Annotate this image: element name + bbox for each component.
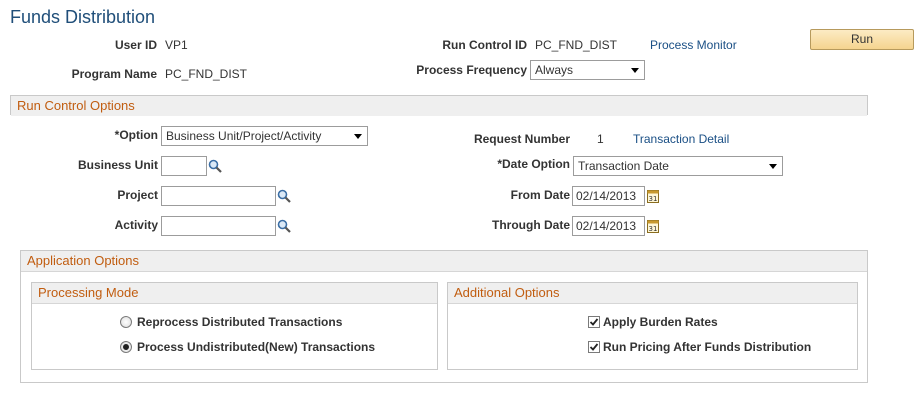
option-select[interactable]: Business Unit/Project/Activity [161, 126, 368, 146]
from-date-label: From Date [510, 188, 570, 202]
project-input[interactable] [161, 186, 276, 206]
date-option-value: Transaction Date [578, 159, 669, 173]
process-frequency-select[interactable]: Always [530, 60, 645, 80]
run-pricing-label: Run Pricing After Funds Distribution [603, 340, 812, 354]
program-name-value: PC_FND_DIST [165, 67, 248, 81]
chevron-down-icon [631, 68, 639, 73]
through-date-label: Through Date [492, 218, 570, 232]
activity-lookup-icon[interactable] [277, 219, 291, 233]
run-button[interactable]: Run [810, 29, 914, 50]
business-unit-label: Business Unit [77, 158, 158, 172]
process-undistributed-label: Process Undistributed(New) Transactions [137, 340, 376, 354]
from-date-input[interactable]: 02/14/2013 [572, 186, 645, 206]
activity-input[interactable] [161, 216, 276, 236]
process-undistributed-radio[interactable] [120, 341, 132, 353]
checkmark-icon [589, 318, 599, 326]
run-control-options-group: Run Control Options [10, 95, 868, 116]
date-option-select[interactable]: Transaction Date [573, 156, 783, 176]
date-option-label: *Date Option [497, 157, 570, 171]
svg-text:31: 31 [649, 195, 658, 203]
user-id-value: VP1 [165, 38, 188, 52]
reprocess-distributed-radio[interactable] [120, 316, 132, 328]
project-label: Project [117, 188, 158, 202]
through-date-input[interactable]: 02/14/2013 [572, 216, 645, 236]
run-control-id-value: PC_FND_DIST [535, 38, 618, 52]
checkmark-icon [589, 343, 599, 351]
page-title: Funds Distribution [10, 7, 156, 27]
transaction-detail-link[interactable]: Transaction Detail [633, 132, 729, 146]
chevron-down-icon [769, 164, 777, 169]
application-options-header: Application Options [21, 251, 867, 272]
process-frequency-value: Always [535, 63, 574, 77]
project-lookup-icon[interactable] [277, 189, 291, 203]
activity-label: Activity [114, 218, 158, 232]
run-pricing-checkbox[interactable] [588, 341, 600, 353]
svg-text:31: 31 [649, 225, 658, 233]
chevron-down-icon [354, 134, 362, 139]
business-unit-input[interactable] [161, 156, 207, 176]
option-value: Business Unit/Project/Activity [166, 129, 322, 143]
run-control-options-header: Run Control Options [11, 96, 867, 116]
additional-options-header: Additional Options [448, 283, 857, 304]
apply-burden-rates-label: Apply Burden Rates [603, 315, 718, 329]
request-number-value: 1 [597, 132, 604, 146]
user-id-label: User ID [114, 38, 157, 52]
apply-burden-rates-checkbox[interactable] [588, 316, 600, 328]
processing-mode-header: Processing Mode [32, 283, 437, 304]
option-label: *Option [114, 128, 158, 142]
program-name-label: Program Name [71, 67, 157, 81]
from-date-calendar-icon[interactable]: 31 [647, 189, 659, 203]
through-date-calendar-icon[interactable]: 31 [647, 219, 659, 233]
business-unit-lookup-icon[interactable] [208, 159, 222, 173]
reprocess-distributed-label: Reprocess Distributed Transactions [137, 315, 343, 329]
process-monitor-link[interactable]: Process Monitor [650, 38, 737, 52]
radio-selected-dot [123, 344, 129, 350]
request-number-label: Request Number [473, 132, 570, 146]
process-frequency-label: Process Frequency [416, 63, 527, 77]
run-control-id-label: Run Control ID [442, 38, 527, 52]
